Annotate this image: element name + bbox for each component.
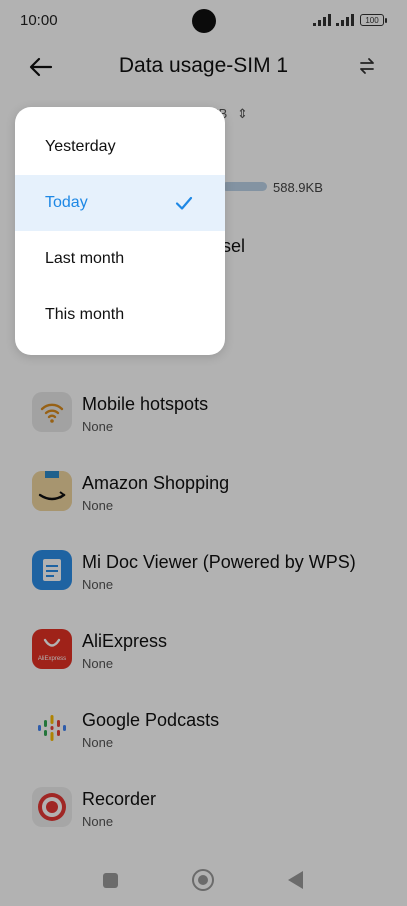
menu-item-label: This month — [45, 306, 125, 323]
data-usage-screen: 10:00 100 Data usage-SIM 1 KB ⇕ 588.9KB … — [0, 0, 407, 906]
menu-item-last-month[interactable]: Last month — [15, 231, 225, 287]
menu-item-yesterday[interactable]: Yesterday — [15, 119, 225, 175]
menu-item-label: Today — [45, 194, 88, 211]
menu-item-label: Last month — [45, 250, 125, 267]
menu-item-this-month[interactable]: This month — [15, 287, 225, 343]
period-dropdown-menu: Yesterday Today Last month This month — [15, 107, 225, 355]
menu-item-label: Yesterday — [45, 138, 116, 155]
checkmark-icon — [175, 196, 193, 210]
menu-item-today[interactable]: Today — [15, 175, 225, 231]
